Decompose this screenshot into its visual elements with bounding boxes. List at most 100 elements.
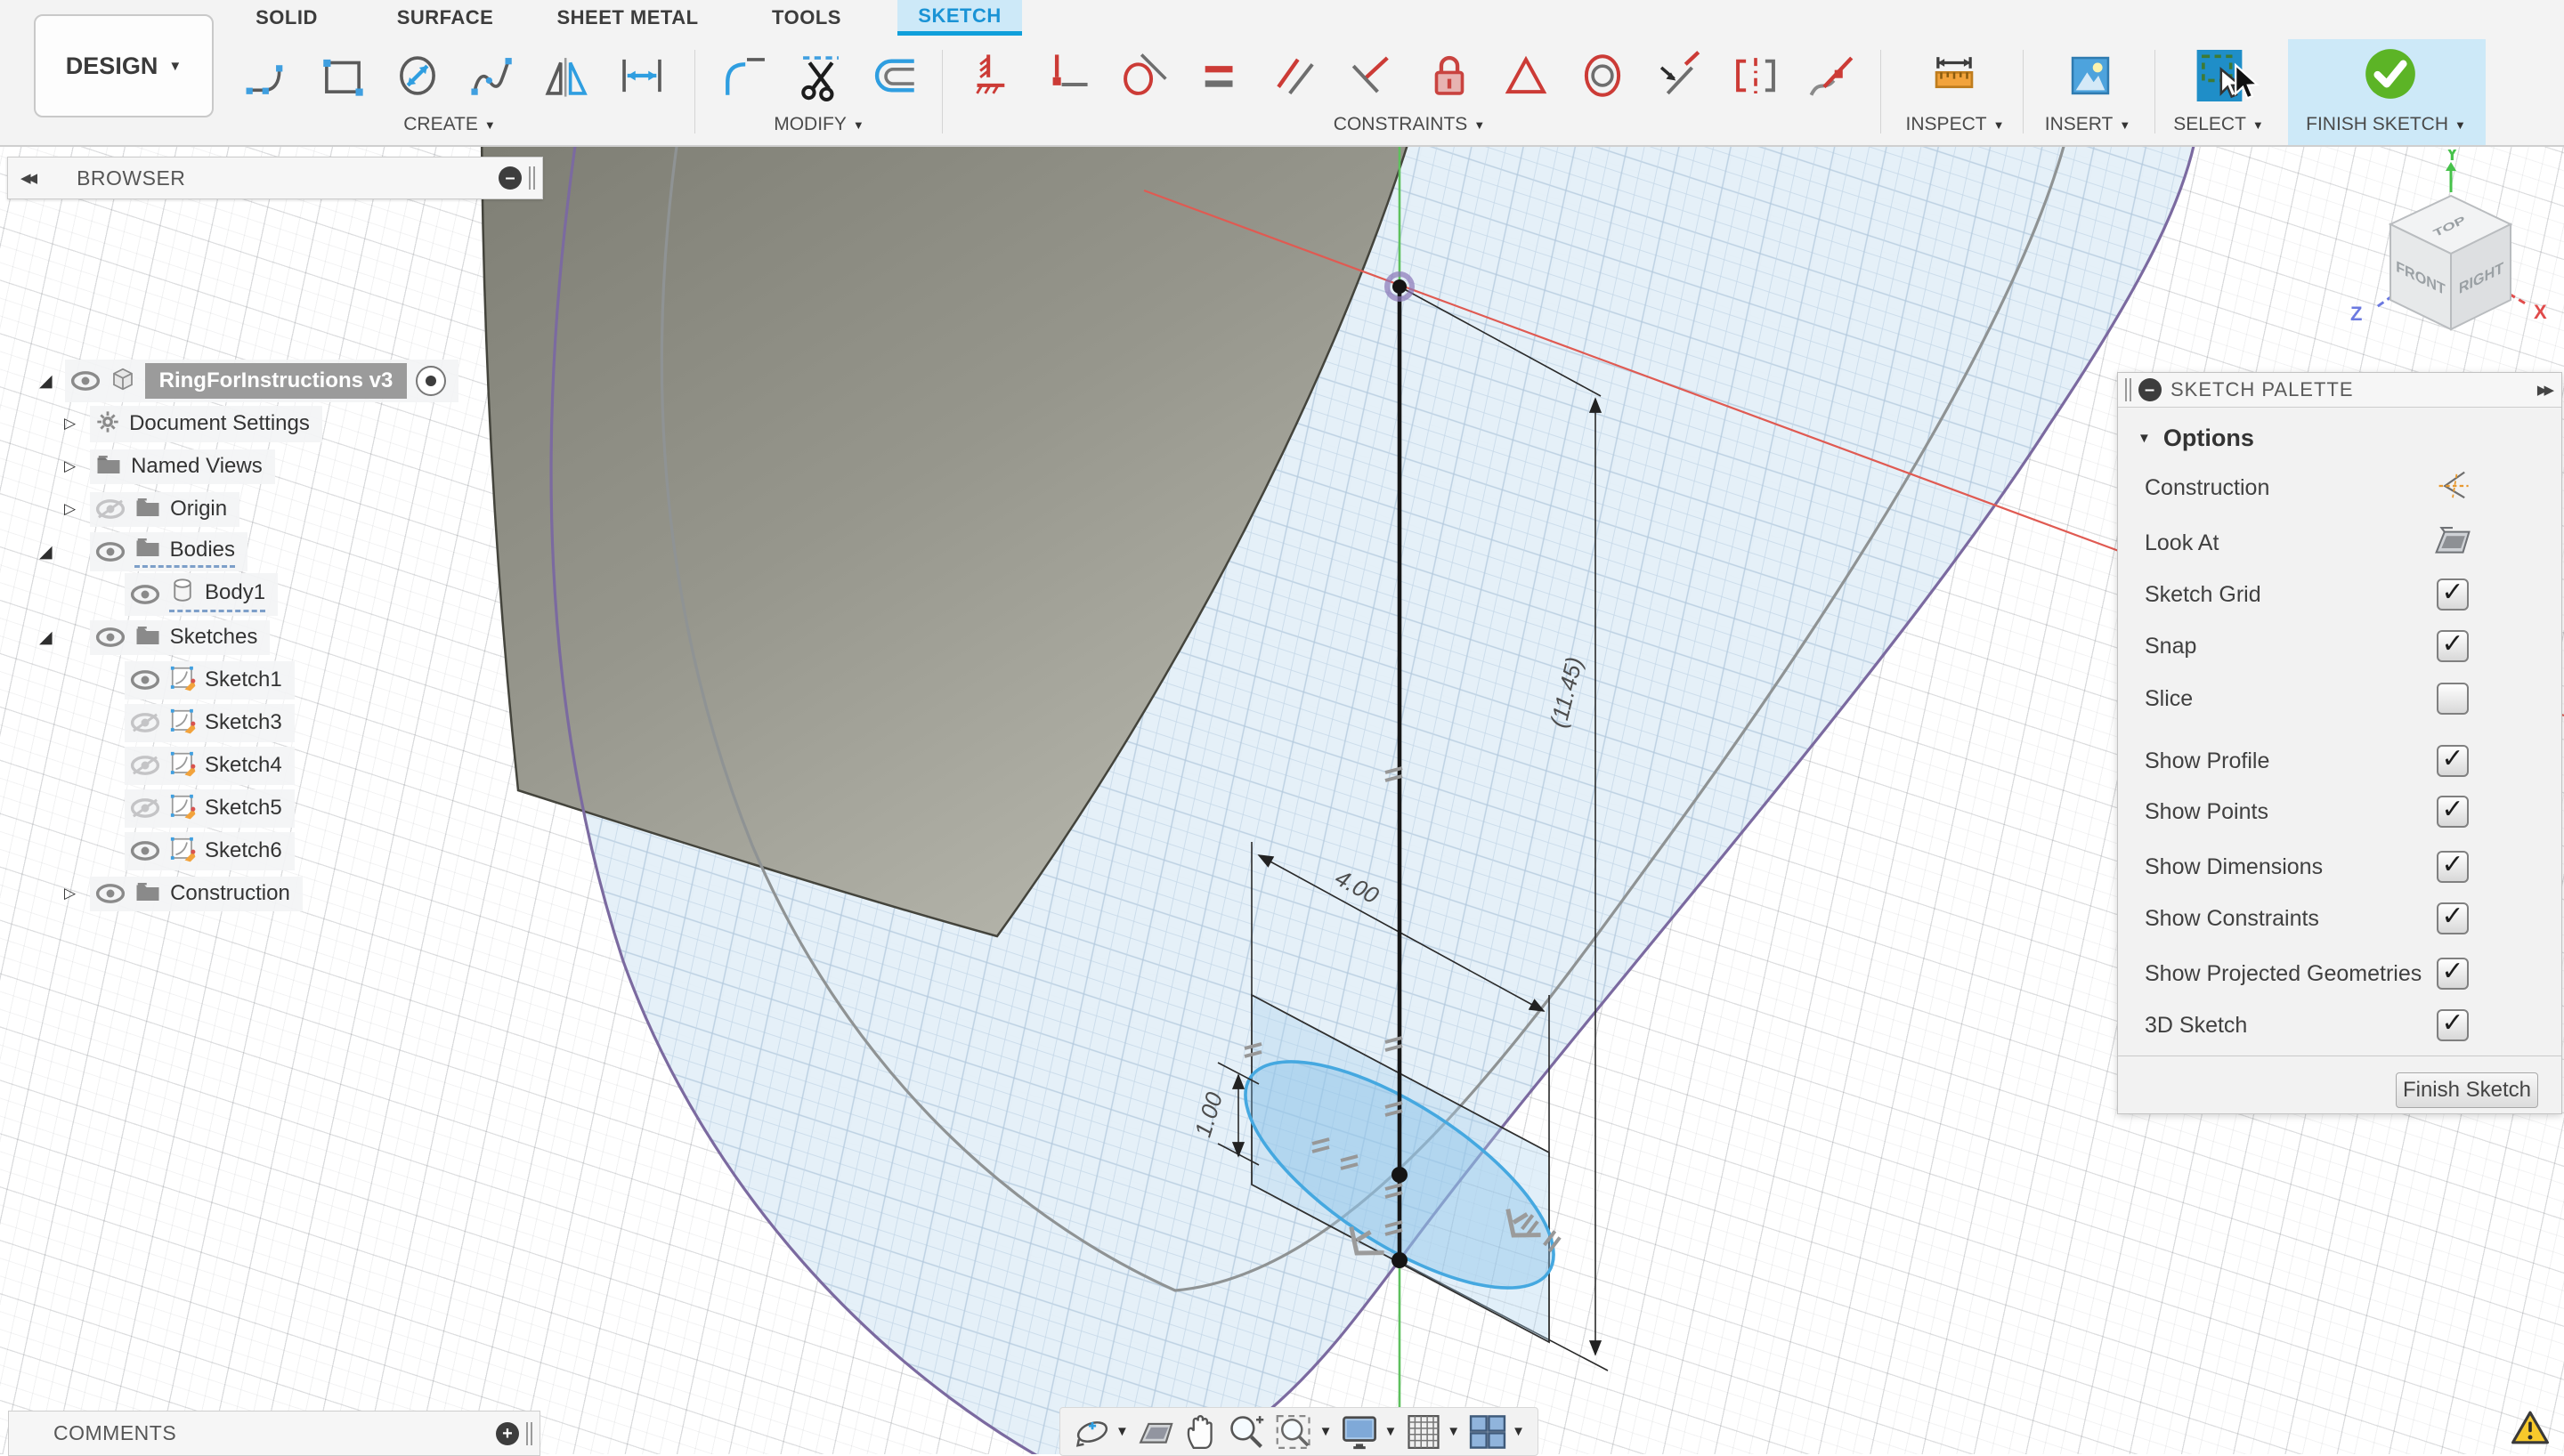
view-cube[interactable]: Y Z X TOP FRONT RIGHT bbox=[2341, 150, 2564, 354]
collapsed-arrow-icon[interactable]: ▷ bbox=[64, 885, 76, 902]
insert-image-tool[interactable] bbox=[2065, 46, 2116, 105]
trim-tool[interactable] bbox=[795, 46, 847, 105]
collapsed-arrow-icon[interactable]: ▷ bbox=[64, 415, 76, 433]
visibility-eye-icon[interactable] bbox=[95, 627, 126, 648]
tree-row-document-settings[interactable]: ▷ Document Settings bbox=[64, 402, 322, 445]
tree-row-component[interactable]: ◢ RingForInstructions v3 bbox=[39, 360, 458, 402]
show-dimensions-checkbox[interactable] bbox=[2437, 851, 2469, 883]
sketch-palette-header[interactable]: – SKETCH PALETTE ▶▶ bbox=[2118, 373, 2561, 408]
inspect-menu[interactable]: INSPECT▼ bbox=[1906, 114, 2005, 135]
palette-row-show-projected-geometries[interactable]: Show Projected Geometries bbox=[2118, 951, 2561, 996]
add-comment-icon[interactable]: + bbox=[496, 1422, 519, 1445]
constraints-menu[interactable]: CONSTRAINTS▼ bbox=[1334, 114, 1485, 135]
coincident-constraint[interactable] bbox=[1041, 46, 1092, 105]
concentric-constraint[interactable] bbox=[1577, 46, 1628, 105]
expanded-arrow-icon[interactable]: ◢ bbox=[39, 627, 53, 648]
select-menu[interactable]: SELECT▼ bbox=[2173, 114, 2264, 135]
warning-icon[interactable] bbox=[2511, 1410, 2550, 1450]
visibility-eye-icon[interactable] bbox=[70, 370, 101, 392]
palette-row-construction[interactable]: Construction bbox=[2118, 465, 2561, 510]
expanded-arrow-icon[interactable]: ◢ bbox=[39, 371, 53, 392]
show-profile-checkbox[interactable] bbox=[2437, 745, 2469, 777]
visibility-eye-icon[interactable] bbox=[95, 541, 126, 562]
show-constraints-checkbox[interactable] bbox=[2437, 902, 2469, 934]
symmetry-constraint[interactable] bbox=[1730, 46, 1781, 105]
offset-tool[interactable] bbox=[869, 46, 921, 105]
tab-solid[interactable]: SOLID bbox=[230, 0, 344, 36]
measure-tool[interactable] bbox=[1928, 46, 1980, 105]
sketch-dimension-tool[interactable] bbox=[616, 46, 668, 105]
curvature-constraint[interactable] bbox=[1806, 46, 1858, 105]
collapse-panel-icon[interactable]: ◀◀ bbox=[20, 170, 34, 186]
tree-row-sketch1[interactable]: Sketch1 bbox=[125, 659, 295, 701]
options-section-header[interactable]: ▼ Options bbox=[2138, 425, 2254, 452]
tab-tools[interactable]: TOOLS bbox=[753, 0, 860, 36]
viewports-tool[interactable]: ▼ bbox=[1467, 1412, 1525, 1452]
construction-icon[interactable] bbox=[2433, 466, 2472, 510]
slice-checkbox[interactable] bbox=[2437, 683, 2469, 715]
pan-tool[interactable] bbox=[1182, 1412, 1220, 1452]
palette-row-show-constraints[interactable]: Show Constraints bbox=[2118, 896, 2561, 941]
orbit-tool[interactable]: ▼ bbox=[1073, 1412, 1129, 1452]
circle-tool[interactable] bbox=[392, 46, 443, 105]
active-component-radio[interactable] bbox=[416, 366, 446, 396]
tree-row-origin[interactable]: ▷ Origin bbox=[64, 488, 239, 530]
visibility-eye-icon[interactable] bbox=[130, 669, 160, 691]
collapsed-arrow-icon[interactable]: ▷ bbox=[64, 457, 76, 475]
tree-row-sketch5[interactable]: Sketch5 bbox=[125, 787, 295, 829]
line-tool[interactable] bbox=[242, 46, 294, 105]
visibility-eye-icon[interactable] bbox=[130, 840, 160, 861]
palette-row-sketch-grid[interactable]: Sketch Grid bbox=[2118, 572, 2561, 617]
tree-row-construction[interactable]: ▷ Construction bbox=[64, 872, 303, 915]
fix-unfix-constraint[interactable] bbox=[1424, 46, 1475, 105]
horizontal-vertical-constraint[interactable] bbox=[964, 46, 1016, 105]
create-menu[interactable]: CREATE▼ bbox=[403, 114, 496, 135]
parallel-constraint[interactable] bbox=[1270, 46, 1322, 105]
finish-sketch-button[interactable]: Finish Sketch bbox=[2396, 1072, 2538, 1108]
modify-menu[interactable]: MODIFY▼ bbox=[774, 114, 864, 135]
tab-sheet-metal[interactable]: SHEET METAL bbox=[547, 0, 709, 36]
palette-row-look-at[interactable]: Look At bbox=[2118, 521, 2561, 565]
tree-row-sketch3[interactable]: Sketch3 bbox=[125, 701, 295, 744]
tangent-constraint[interactable] bbox=[1117, 46, 1169, 105]
tree-row-bodies[interactable]: ◢ Bodies bbox=[39, 530, 247, 573]
rectangle-tool[interactable] bbox=[317, 46, 369, 105]
tree-row-sketches[interactable]: ◢ Sketches bbox=[39, 616, 270, 659]
fillet-tool[interactable] bbox=[721, 46, 773, 105]
tree-row-sketch6[interactable]: Sketch6 bbox=[125, 829, 295, 872]
fit-tool[interactable]: ▼ bbox=[1273, 1412, 1333, 1452]
expanded-arrow-icon[interactable]: ◢ bbox=[39, 542, 53, 562]
collinear-constraint[interactable] bbox=[1653, 46, 1705, 105]
palette-row-show-points[interactable]: Show Points bbox=[2118, 789, 2561, 834]
visibility-eye-icon[interactable] bbox=[130, 584, 160, 605]
palette-row-3d-sketch[interactable]: 3D Sketch bbox=[2118, 1003, 2561, 1048]
display-settings-tool[interactable]: ▼ bbox=[1339, 1412, 1397, 1452]
panel-minimize-icon[interactable]: – bbox=[2138, 378, 2162, 401]
equal-constraint[interactable] bbox=[1194, 46, 1245, 105]
insert-menu[interactable]: INSERT▼ bbox=[2045, 114, 2131, 135]
panel-grip[interactable] bbox=[529, 166, 535, 190]
palette-row-show-profile[interactable]: Show Profile bbox=[2118, 739, 2561, 783]
look-at-tool[interactable] bbox=[1136, 1414, 1175, 1450]
perpendicular-constraint[interactable] bbox=[1347, 46, 1399, 105]
tree-row-sketch4[interactable]: Sketch4 bbox=[125, 744, 295, 787]
panel-minimize-icon[interactable]: – bbox=[499, 166, 522, 190]
zoom-tool[interactable] bbox=[1227, 1412, 1266, 1452]
collapse-panel-right-icon[interactable]: ▶▶ bbox=[2537, 382, 2551, 398]
palette-row-slice[interactable]: Slice bbox=[2118, 676, 2561, 721]
snap-checkbox[interactable] bbox=[2437, 630, 2469, 662]
visibility-eye-icon[interactable] bbox=[130, 797, 160, 819]
component-label[interactable]: RingForInstructions v3 bbox=[145, 363, 408, 399]
visibility-eye-icon[interactable] bbox=[95, 498, 126, 520]
panel-grip[interactable] bbox=[2125, 378, 2131, 401]
palette-row-snap[interactable]: Snap bbox=[2118, 624, 2561, 668]
collapsed-arrow-icon[interactable]: ▷ bbox=[64, 500, 76, 518]
show-points-checkbox[interactable] bbox=[2437, 796, 2469, 828]
tab-sketch[interactable]: SKETCH bbox=[897, 0, 1022, 36]
finish-sketch-icon[interactable] bbox=[2361, 44, 2413, 103]
3d-sketch-checkbox[interactable] bbox=[2437, 1009, 2469, 1041]
finish-sketch-menu[interactable]: FINISH SKETCH▼ bbox=[2306, 114, 2466, 135]
show-projected-geometries-checkbox[interactable] bbox=[2437, 958, 2469, 990]
sketch-grid-checkbox[interactable] bbox=[2437, 578, 2469, 611]
visibility-eye-icon[interactable] bbox=[130, 712, 160, 733]
